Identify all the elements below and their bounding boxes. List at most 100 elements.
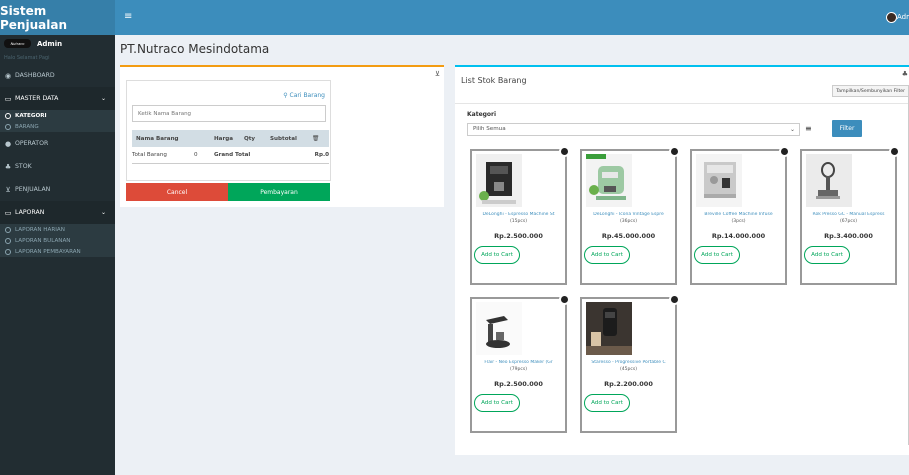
product-price: Rp.2.500.000 bbox=[494, 232, 543, 240]
sidebar-item-label: DASHBOARD bbox=[15, 72, 55, 79]
sidebar: Nutraco Admin Halo Selamat Pagi ◉ DASHBO… bbox=[0, 35, 115, 475]
sidebar-item-label: OPERATOR bbox=[15, 140, 49, 147]
user-menu-name[interactable]: Admin bbox=[897, 13, 909, 21]
sidebar-item-label: KATEGORI bbox=[15, 112, 47, 119]
app-logo[interactable]: Sistem Penjualan bbox=[0, 0, 115, 35]
product-badge-icon bbox=[779, 146, 790, 157]
sidebar-item-laporan-bulanan[interactable]: LAPORAN BULANAN bbox=[0, 235, 115, 246]
circle-icon bbox=[5, 226, 11, 233]
category-select[interactable]: Pilih Semua ⌄ bbox=[467, 123, 800, 136]
divider bbox=[455, 103, 909, 104]
cancel-button[interactable]: Cancel bbox=[126, 183, 228, 201]
add-to-cart-button[interactable]: Add to Cart bbox=[804, 246, 850, 264]
circle-icon bbox=[5, 123, 11, 130]
user-panel-name: Admin bbox=[37, 39, 63, 48]
add-to-cart-button[interactable]: Add to Cart bbox=[584, 394, 630, 412]
column-header-qty: Qty bbox=[244, 135, 256, 142]
product-price: Rp.2.500.000 bbox=[494, 380, 543, 388]
page-title: PT.Nutraco Mesindotama bbox=[120, 42, 270, 56]
sidebar-item-laporan-harian[interactable]: LAPORAN HARIAN bbox=[0, 224, 115, 235]
add-to-cart-button[interactable]: Add to Cart bbox=[474, 246, 520, 264]
product-badge-icon bbox=[559, 146, 570, 157]
product-name[interactable]: DeLonghi - Espresso Machine St bbox=[472, 212, 565, 217]
app-title: Sistem Penjualan bbox=[0, 3, 67, 32]
grand-total-value: Rp.0 bbox=[314, 152, 329, 158]
sidebar-item-operator[interactable]: ● OPERATOR bbox=[0, 132, 115, 155]
list-icon[interactable]: ≡ bbox=[805, 124, 812, 133]
product-card: DeLonghi - Icona Vintage Espre (36pcs) R… bbox=[580, 146, 680, 285]
sidebar-item-stok[interactable]: ♣ STOK bbox=[0, 155, 115, 178]
sidebar-item-label: BARANG bbox=[15, 123, 39, 130]
column-header-harga: Harga bbox=[214, 135, 233, 142]
product-badge-icon bbox=[669, 294, 680, 305]
folder-icon: ▭ bbox=[4, 94, 12, 103]
cart-box: ⊻ ⚲ Cari Barang Nama Barang Harga Qty Su… bbox=[120, 65, 444, 207]
product-image bbox=[586, 154, 632, 207]
top-navbar: ≡ Admin bbox=[115, 0, 909, 35]
product-name[interactable]: Staresso - Progressive Portable C bbox=[582, 360, 675, 365]
product-name[interactable]: Rok Presso GC - Manual Espress bbox=[802, 212, 895, 217]
product-stock: (79pcs) bbox=[510, 367, 527, 372]
sidebar-item-laporan[interactable]: ▭ LAPORAN ⌄ bbox=[0, 201, 115, 224]
search-button-label: Cari Barang bbox=[289, 92, 325, 99]
product-image bbox=[696, 154, 742, 207]
sidebar-item-label: MASTER DATA bbox=[15, 95, 59, 102]
search-icon: ⚲ bbox=[283, 92, 288, 99]
circle-icon bbox=[5, 112, 11, 119]
search-button[interactable]: ⚲ Cari Barang bbox=[283, 92, 325, 99]
add-to-cart-button[interactable]: Add to Cart bbox=[584, 246, 630, 264]
product-name[interactable]: Breville Coffee Machine Infuse bbox=[692, 212, 785, 217]
sidebar-item-barang[interactable]: BARANG bbox=[0, 121, 115, 132]
product-price: Rp.2.200.000 bbox=[604, 380, 653, 388]
product-card: DeLonghi - Espresso Machine St (15pcs) R… bbox=[470, 146, 570, 285]
sidebar-item-laporan-pembayaran[interactable]: LAPORAN PEMBAYARAN bbox=[0, 246, 115, 257]
add-to-cart-button[interactable]: Add to Cart bbox=[474, 394, 520, 412]
product-name[interactable]: Flair - Neo Espresso Maker (Gr bbox=[472, 360, 565, 365]
product-badge-icon bbox=[889, 146, 900, 157]
hamburger-icon[interactable]: ≡ bbox=[124, 11, 132, 22]
user-avatar[interactable] bbox=[886, 12, 897, 23]
filter-button[interactable]: Filter bbox=[832, 120, 862, 137]
product-stock: (3pcs) bbox=[731, 219, 746, 224]
trash-icon[interactable]: 🗑 bbox=[312, 136, 319, 142]
product-card: Rok Presso GC - Manual Espress (67pcs) R… bbox=[800, 146, 900, 285]
stock-list-box: List Stok Barang ♣ Tampilkan/Sembunyikan… bbox=[455, 65, 909, 455]
total-barang-value: 0 bbox=[194, 152, 198, 158]
sidebar-item-kategori[interactable]: KATEGORI bbox=[0, 110, 115, 121]
sidebar-item-label: STOK bbox=[15, 163, 32, 170]
total-barang-label: Total Barang bbox=[132, 152, 167, 158]
product-image bbox=[476, 302, 522, 355]
product-stock: (36pcs) bbox=[620, 219, 637, 224]
sidebar-item-penjualan[interactable]: ⊻ PENJUALAN bbox=[0, 178, 115, 201]
product-price: Rp.14.000.000 bbox=[711, 232, 766, 240]
sidebar-item-dashboard[interactable]: ◉ DASHBOARD bbox=[0, 64, 115, 87]
pay-button[interactable]: Pembayaran bbox=[228, 183, 330, 201]
product-badge-icon bbox=[559, 294, 570, 305]
chevron-down-icon: ⌄ bbox=[100, 95, 106, 102]
toggle-filter-button[interactable]: Tampilkan/Sembunyikan Filter bbox=[832, 85, 909, 97]
master-data-submenu: KATEGORI BARANG bbox=[0, 110, 115, 132]
laporan-submenu: LAPORAN HARIAN LAPORAN BULANAN LAPORAN P… bbox=[0, 224, 115, 257]
circle-icon bbox=[5, 237, 11, 244]
user-status: Halo Selamat Pagi bbox=[4, 55, 50, 61]
column-header-nama-barang: Nama Barang bbox=[136, 135, 179, 142]
add-to-cart-button[interactable]: Add to Cart bbox=[694, 246, 740, 264]
product-card: Breville Coffee Machine Infuse (3pcs) Rp… bbox=[690, 146, 790, 285]
stock-list-title: List Stok Barang bbox=[461, 76, 527, 85]
category-label: Kategori bbox=[467, 111, 497, 118]
product-name[interactable]: DeLonghi - Icona Vintage Espre bbox=[582, 212, 675, 217]
sidebar-item-master-data[interactable]: ▭ MASTER DATA ⌄ bbox=[0, 87, 115, 110]
column-header-subtotal: Subtotal bbox=[270, 135, 297, 142]
chevron-down-icon: ⌄ bbox=[789, 126, 795, 133]
search-input[interactable] bbox=[132, 105, 326, 122]
product-image bbox=[476, 154, 522, 207]
cart-icon: ⊻ bbox=[434, 70, 440, 78]
sidebar-item-label: PENJUALAN bbox=[15, 186, 51, 193]
chevron-down-icon: ⌄ bbox=[100, 209, 106, 216]
sidebar-item-label: LAPORAN PEMBAYARAN bbox=[15, 248, 81, 255]
cart-panel: ⚲ Cari Barang Nama Barang Harga Qty Subt… bbox=[126, 80, 331, 181]
product-stock: (45pcs) bbox=[620, 367, 637, 372]
folder-icon: ▭ bbox=[4, 208, 12, 217]
cart-total-row: Total Barang 0 Grand Total Rp.0 bbox=[132, 147, 329, 164]
product-image bbox=[586, 302, 632, 355]
